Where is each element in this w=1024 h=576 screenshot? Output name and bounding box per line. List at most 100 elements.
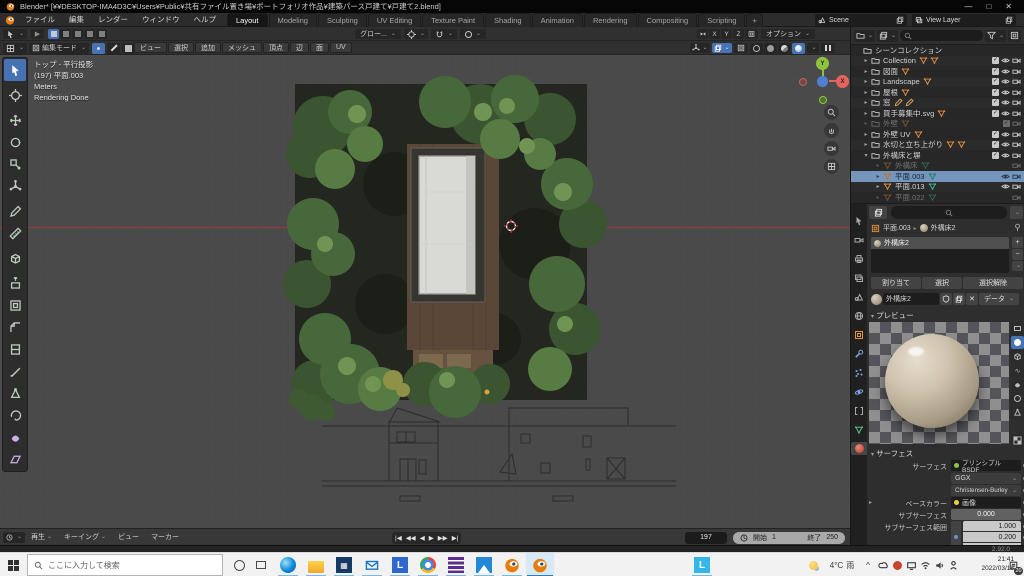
eye-icon[interactable] <box>1001 140 1010 149</box>
taskbar-app-blender[interactable] <box>498 553 526 576</box>
eye-icon[interactable] <box>1001 56 1010 65</box>
taskbar-app-edge[interactable] <box>274 553 302 576</box>
eye-icon[interactable] <box>1001 67 1010 76</box>
camera-icon[interactable] <box>1012 56 1021 65</box>
camera-icon[interactable] <box>1012 161 1021 170</box>
eye-icon[interactable] <box>1001 172 1010 181</box>
tab-material[interactable] <box>851 442 867 455</box>
outliner-row-gaikou-collection[interactable]: ▾ 外構床と塀 ✓ <box>851 150 1024 161</box>
edge-select-button[interactable] <box>107 43 120 54</box>
display-mode-dropdown[interactable]: ⌄ <box>854 30 875 42</box>
start-button[interactable] <box>0 553 26 576</box>
tool-knife[interactable] <box>4 360 26 382</box>
checkbox-icon[interactable]: ✓ <box>992 57 999 64</box>
menu-view[interactable]: ビュー <box>134 42 167 53</box>
rendered-shading-button[interactable] <box>792 43 805 54</box>
shading-dropdown[interactable]: ⌄ <box>807 43 819 53</box>
transform-orientation-dropdown[interactable]: グロー...⌄ <box>355 29 401 39</box>
maximize-button[interactable]: □ <box>986 2 991 11</box>
outliner-row-mado[interactable]: ▸ 窓 ✓ <box>851 98 1024 109</box>
base-color-field[interactable]: 画像 <box>951 497 1021 508</box>
weather-info[interactable]: 4°C 雨 <box>822 553 862 576</box>
camera-icon[interactable] <box>1012 98 1021 107</box>
outliner-row-zumen[interactable]: ▸ 図面 ✓ <box>851 66 1024 77</box>
menu-marker[interactable]: マーカー <box>145 532 185 542</box>
notification-center-button[interactable]: 20 <box>1003 553 1023 576</box>
preview-hair-button[interactable]: ∿ <box>1011 364 1024 377</box>
camera-icon[interactable] <box>1012 130 1021 139</box>
taskbar-app-mail[interactable] <box>358 553 386 576</box>
outliner-options-button[interactable] <box>1008 30 1021 42</box>
radius-vector-button[interactable] <box>951 521 961 545</box>
eye-icon[interactable] <box>1001 182 1010 191</box>
add-workspace-button[interactable]: + <box>746 13 762 27</box>
taskbar-app-blender-active[interactable] <box>526 553 554 576</box>
outliner-row-svg[interactable]: ▸ 買手募集中.svg ✓ <box>851 108 1024 119</box>
axis-x-negative-handle[interactable] <box>799 78 807 86</box>
tab-sculpting[interactable]: Sculpting <box>318 13 367 27</box>
vertex-select-button[interactable] <box>92 43 105 54</box>
taskbar-app-chrome[interactable] <box>414 553 442 576</box>
tool-scale[interactable] <box>4 153 26 175</box>
tool-edge-slide[interactable] <box>4 448 26 470</box>
preview-world-button[interactable] <box>1011 434 1024 447</box>
mode-dropdown[interactable]: 編集モード⌄ <box>29 43 89 54</box>
properties-search-input[interactable] <box>891 206 1007 219</box>
menu-face[interactable]: 面 <box>310 42 329 53</box>
menu-add[interactable]: 追加 <box>195 42 221 53</box>
tab-particles[interactable] <box>851 366 867 379</box>
pivot-point-dropdown[interactable]: ⌄ <box>404 29 428 39</box>
outliner-row-plane-013[interactable]: ▸ 平面.013 <box>851 182 1024 193</box>
active-tool-button[interactable]: ⌄ <box>3 29 27 39</box>
outliner-row-scene-collection[interactable]: シーンコレクション <box>851 45 1024 56</box>
eye-icon[interactable] <box>1001 88 1010 97</box>
eye-icon[interactable] <box>1001 98 1010 107</box>
camera-icon[interactable] <box>1012 119 1021 128</box>
overlays-dropdown[interactable]: ⌄ <box>712 43 732 53</box>
tab-layout[interactable]: Layout <box>227 13 268 27</box>
axis-y-negative-handle[interactable] <box>819 96 827 104</box>
tool-select-box[interactable] <box>4 59 26 81</box>
outliner-row-mizukiri[interactable]: ▸ 水切と立ち上がり ✓ <box>851 140 1024 151</box>
new-material-button[interactable] <box>953 293 965 305</box>
eye-icon[interactable] <box>1001 109 1010 118</box>
tool-smooth[interactable] <box>4 426 26 448</box>
select-intersect-icon[interactable] <box>96 29 107 39</box>
prev-keyframe-button[interactable]: ◀◀ <box>406 534 416 542</box>
tab-compositing[interactable]: Compositing <box>638 13 698 27</box>
camera-icon[interactable] <box>1012 88 1021 97</box>
tab-tool[interactable] <box>851 214 867 227</box>
zoom-button[interactable] <box>824 105 839 120</box>
menu-render[interactable]: レンダー <box>91 13 135 27</box>
preview-panel-header[interactable]: ▾ プレビュー <box>871 310 914 321</box>
preview-sphere-button[interactable] <box>1011 336 1024 349</box>
tab-view-layer[interactable] <box>851 271 867 284</box>
axis-x-handle[interactable]: X <box>836 75 849 88</box>
tool-inset-faces[interactable] <box>4 294 26 316</box>
tab-physics[interactable] <box>851 385 867 398</box>
properties-display-button[interactable] <box>869 206 887 219</box>
tab-scripting[interactable]: Scripting <box>698 13 745 27</box>
mirror-x-toggle[interactable]: X <box>709 29 720 39</box>
radius-y-field[interactable]: 0.200 <box>963 532 1021 542</box>
outliner-row-yane[interactable]: ▸ 屋根 ✓ <box>851 87 1024 98</box>
jump-to-start-button[interactable]: |◀ <box>395 534 402 542</box>
snap-dropdown[interactable]: ⌄ <box>431 29 457 39</box>
tab-rendering[interactable]: Rendering <box>584 13 637 27</box>
camera-icon[interactable] <box>1012 193 1021 202</box>
view-layer-selector[interactable]: View Layer <box>912 14 1016 26</box>
blender-logo-icon[interactable] <box>5 15 15 25</box>
mirror-z-toggle[interactable]: Z <box>733 29 744 39</box>
pin-icon[interactable] <box>1013 223 1022 232</box>
select-subtract-icon[interactable] <box>72 29 83 39</box>
start-frame-field[interactable]: 1 <box>772 534 776 541</box>
menu-edge[interactable]: 辺 <box>290 42 309 53</box>
add-slot-button[interactable]: + <box>1012 237 1023 248</box>
tool-cursor[interactable] <box>4 84 26 106</box>
snap-individual-button[interactable] <box>745 29 758 39</box>
eye-icon[interactable] <box>1001 77 1010 86</box>
tab-scene[interactable] <box>851 290 867 303</box>
new-view-layer-icon[interactable] <box>1005 16 1013 24</box>
tool-annotate[interactable] <box>4 200 26 222</box>
properties-options-button[interactable]: ⌄ <box>1010 206 1023 219</box>
